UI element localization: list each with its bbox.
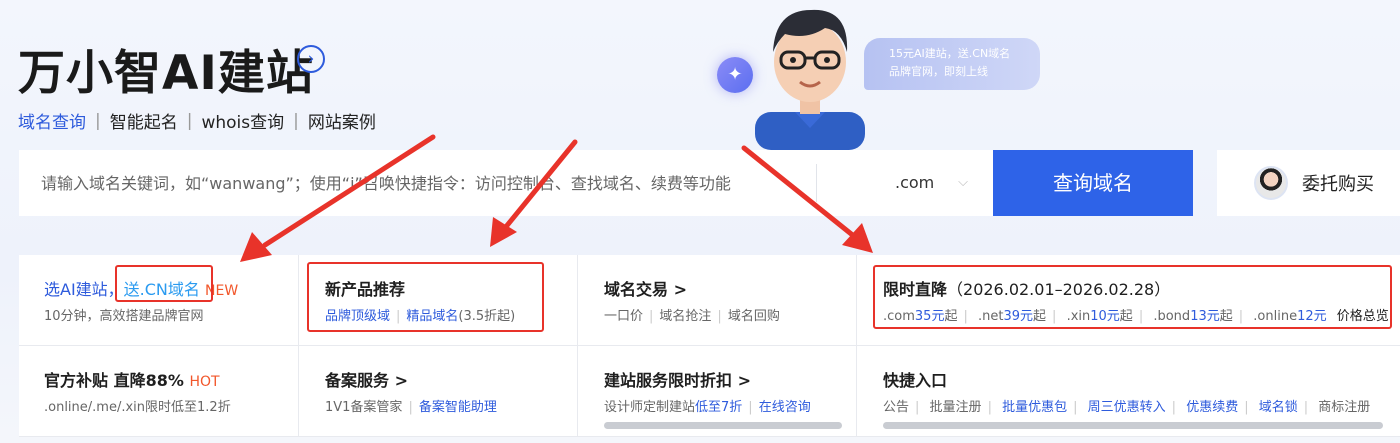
card-site-build-discount: 建站服务限时折扣 > 设计师定制建站低至7折 | 在线咨询 [578, 346, 857, 437]
annotation-box [873, 265, 1392, 329]
trademark-register-link[interactable]: 商标注册 [1318, 400, 1370, 415]
hot-badge: HOT [189, 374, 220, 390]
top-nav: 域名查询 | 智能起名 | whois查询 | 网站案例 [18, 108, 376, 134]
subsidy-label: 官方补贴 直降88% [44, 371, 184, 390]
search-input[interactable] [19, 150, 816, 216]
annotation-box [307, 262, 544, 332]
buyback-link[interactable]: 域名回购 [728, 309, 780, 324]
discount-renewal-link[interactable]: 优惠续费 [1186, 400, 1238, 415]
backorder-link[interactable]: 域名抢注 [659, 309, 711, 324]
nav-site-cases[interactable]: 网站案例 [308, 108, 376, 133]
nav-divider: | [95, 110, 101, 131]
card-official-subsidy-title: 官方补贴 直降88% HOT [44, 367, 220, 391]
card-filing-service-links: 1V1备案管家 | 备案智能助理 [325, 400, 497, 415]
horizontal-scrollbar[interactable] [604, 422, 842, 429]
nav-whois[interactable]: whois查询 [201, 108, 284, 133]
bulk-register-link[interactable]: 批量注册 [930, 400, 982, 415]
bulk-discount-pack-link[interactable]: 批量优惠包 [1002, 400, 1067, 415]
promo-bubble-line1: 15元AI建站，送.CN域名 [889, 47, 1011, 60]
quick-entry-links: 公告 | 批量注册 | 批量优惠包 | 周三优惠转入 | 优惠续费 | 域名锁 | 商标注册 [883, 400, 1371, 415]
card-ai-build-subtitle: 10分钟，高效搭建品牌官网 [44, 309, 204, 324]
chevron-down-icon: ⌵ [958, 175, 968, 190]
annotation-box [115, 265, 213, 302]
card-domain-trade-title[interactable]: 域名交易 > [604, 276, 687, 300]
mascot-boy-glasses-icon[interactable] [745, 0, 875, 150]
card-site-build-links: 设计师定制建站低至7折 | 在线咨询 [604, 400, 811, 415]
card-domain-trade[interactable]: 域名交易 > 一口价 | 域名抢注 | 域名回购 [578, 255, 857, 346]
promo-bubble-line2: 品牌官网，即刻上线 [889, 65, 988, 78]
promo-bubble[interactable]: 15元AI建站，送.CN域名 品牌官网，即刻上线 [864, 38, 1040, 90]
agent-avatar [1254, 166, 1288, 200]
nav-divider: | [186, 110, 193, 131]
nav-divider: | [293, 110, 299, 131]
card-filing-service-title[interactable]: 备案服务 > [325, 367, 408, 391]
chevron-right-circle-icon[interactable]: › [297, 45, 325, 73]
wednesday-transfer-link[interactable]: 周三优惠转入 [1088, 400, 1166, 415]
page-title: 万小智AI建站 [18, 46, 314, 101]
tld-select-value: .com [895, 173, 935, 192]
fixed-price-link[interactable]: 一口价 [604, 309, 643, 324]
card-quick-entry: 快捷入口 公告 | 批量注册 | 批量优惠包 | 周三优惠转入 | 优惠续费 | 域名锁 |… [857, 346, 1400, 437]
filing-manager-link[interactable]: 1V1备案管家 [325, 400, 402, 415]
nav-smart-naming[interactable]: 智能起名 [110, 108, 178, 133]
horizontal-scrollbar[interactable] [883, 422, 1383, 429]
ai-build-label[interactable]: 选AI建站， [44, 280, 124, 299]
online-consult-link[interactable]: 在线咨询 [759, 400, 811, 415]
domain-lock-link[interactable]: 域名锁 [1259, 400, 1298, 415]
tld-select[interactable]: .com ⌵ [817, 150, 993, 216]
search-button[interactable]: 查询域名 [993, 150, 1193, 216]
designer-build-text: 设计师定制建站 [604, 400, 696, 415]
build-discount[interactable]: 低至7折 [695, 400, 742, 415]
filing-assistant-link[interactable]: 备案智能助理 [419, 400, 497, 415]
card-site-build-title[interactable]: 建站服务限时折扣 > [604, 367, 751, 391]
entrust-purchase-label: 委托购买 [1302, 174, 1374, 195]
nav-domain-query[interactable]: 域名查询 [18, 108, 86, 133]
card-filing-service: 备案服务 > 1V1备案管家 | 备案智能助理 [299, 346, 578, 437]
card-quick-entry-title: 快捷入口 [883, 371, 948, 390]
entrust-purchase-button[interactable]: 委托购买 [1217, 150, 1400, 216]
card-domain-trade-links: 一口价 | 域名抢注 | 域名回购 [604, 309, 780, 324]
search-bar: .com ⌵ [19, 150, 993, 216]
card-official-subsidy[interactable]: 官方补贴 直降88% HOT .online/.me/.xin限时低至1.2折 [19, 346, 299, 437]
announcement-link[interactable]: 公告 [883, 400, 909, 415]
card-official-subsidy-subtitle: .online/.me/.xin限时低至1.2折 [44, 400, 231, 415]
